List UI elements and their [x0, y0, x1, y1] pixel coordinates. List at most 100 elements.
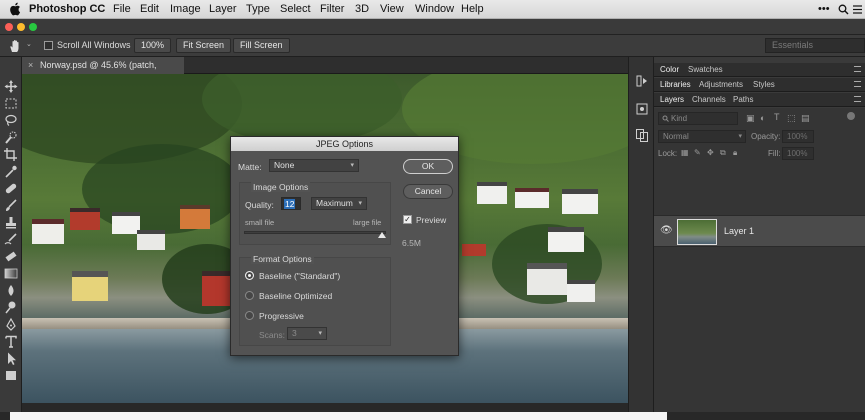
tree-cluster [82, 144, 242, 234]
pen-tool-icon[interactable] [3, 317, 19, 332]
menu-layer[interactable]: Layer [209, 3, 237, 15]
ok-button[interactable]: OK [403, 159, 453, 174]
tab-channels[interactable]: Channels [692, 95, 726, 104]
layers-panel-tabs: Layers Channels Paths [654, 93, 865, 107]
menu-type[interactable]: Type [246, 3, 270, 15]
fill-input[interactable]: 100% [782, 147, 814, 160]
filter-adjustment-icon[interactable]: ◐ [760, 113, 765, 123]
fill-screen-button[interactable]: Fill Screen [233, 38, 290, 53]
app-name-menu[interactable]: Photoshop CC [29, 3, 105, 15]
filter-toggle-icon[interactable] [847, 112, 855, 120]
lasso-tool-icon[interactable] [3, 113, 19, 128]
menu-select[interactable]: Select [280, 3, 311, 15]
image-options-title: Image Options [251, 182, 311, 192]
zoom-window-button[interactable] [29, 23, 37, 31]
small-file-label: small file [245, 218, 275, 227]
panel-menu-icon[interactable] [854, 96, 861, 102]
blend-mode-select[interactable]: Normal ▾ [658, 130, 746, 143]
filter-pixel-icon[interactable]: ▣ [746, 113, 755, 124]
notification-center-icon[interactable] [852, 4, 863, 15]
eyedropper-tool-icon[interactable] [3, 164, 19, 179]
tab-libraries[interactable]: Libraries [660, 80, 691, 89]
menu-view[interactable]: View [380, 3, 404, 15]
tab-paths[interactable]: Paths [733, 95, 753, 104]
scroll-all-windows-checkbox[interactable] [44, 41, 53, 50]
quality-slider-track[interactable] [244, 231, 386, 234]
scans-select[interactable]: 3 ▾ [287, 327, 327, 340]
move-tool-icon[interactable] [3, 79, 19, 94]
lock-pixels-icon[interactable]: ✎ [694, 148, 701, 157]
blur-tool-icon[interactable] [3, 283, 19, 298]
tool-preset-chevron-icon[interactable]: ⌄ [26, 40, 32, 48]
apple-icon[interactable] [9, 2, 21, 16]
eye-icon[interactable]: 👁︎ [660, 225, 673, 236]
tab-swatches[interactable]: Swatches [688, 65, 723, 74]
spotlight-search-icon[interactable] [838, 4, 849, 15]
layer-row[interactable]: 👁︎ Layer 1 [654, 215, 865, 247]
house [462, 244, 486, 256]
clone-stamp-tool-icon[interactable] [3, 215, 19, 230]
eraser-tool-icon[interactable] [3, 249, 19, 264]
panel-menu-icon[interactable] [854, 66, 861, 72]
quality-input[interactable]: 12 [281, 197, 301, 210]
workspace-switcher[interactable]: Essentials [765, 38, 865, 53]
lock-position-icon[interactable]: ✥ [707, 148, 714, 157]
history-panel-icon[interactable] [635, 74, 649, 88]
crop-tool-icon[interactable] [3, 147, 19, 162]
close-document-icon[interactable]: × [28, 57, 33, 74]
baseline-standard-radio[interactable] [245, 271, 254, 280]
menu-edit[interactable]: Edit [140, 3, 159, 15]
matte-select[interactable]: None ▾ [269, 159, 359, 172]
baseline-optimized-label: Baseline Optimized [259, 291, 333, 301]
quality-slider-thumb[interactable] [378, 232, 386, 238]
house [180, 209, 210, 229]
rectangle-tool-icon[interactable] [3, 368, 19, 383]
document-tab[interactable]: × Norway.psd @ 45.6% (patch, RGB/8) [22, 57, 184, 87]
panel-menu-icon[interactable] [854, 81, 861, 87]
lock-transparent-icon[interactable]: ▦ [681, 148, 689, 157]
quick-selection-tool-icon[interactable] [3, 130, 19, 145]
tab-adjustments[interactable]: Adjustments [699, 80, 743, 89]
dodge-tool-icon[interactable] [3, 300, 19, 315]
cancel-button[interactable]: Cancel [403, 184, 453, 199]
house [202, 276, 232, 306]
healing-brush-tool-icon[interactable] [3, 181, 19, 196]
filter-smart-object-icon[interactable]: ▤ [801, 113, 810, 124]
opacity-input[interactable]: 100% [782, 130, 814, 143]
menu-window[interactable]: Window [415, 3, 454, 15]
layer-filter-kind-select[interactable]: Kind [658, 112, 738, 125]
more-icon[interactable]: ••• [818, 3, 830, 15]
menu-filter[interactable]: Filter [320, 3, 344, 15]
menu-help[interactable]: Help [461, 3, 484, 15]
chevron-down-icon: ▾ [738, 133, 742, 140]
quality-preset-select[interactable]: Maximum ▾ [311, 197, 367, 210]
tab-color[interactable]: Color [660, 65, 679, 74]
menu-3d[interactable]: 3D [355, 3, 369, 15]
filter-shape-icon[interactable]: ⬚ [787, 113, 796, 124]
minimize-window-button[interactable] [17, 23, 25, 31]
menu-file[interactable]: File [113, 3, 131, 15]
lock-all-icon[interactable]: 🔒︎ [733, 148, 737, 158]
marquee-tool-icon[interactable] [3, 96, 19, 111]
baseline-optimized-radio[interactable] [245, 291, 254, 300]
brush-tool-icon[interactable] [3, 198, 19, 213]
fit-screen-button[interactable]: Fit Screen [176, 38, 232, 53]
hand-tool-icon[interactable] [8, 39, 22, 53]
path-selection-tool-icon[interactable] [3, 351, 19, 366]
preview-checkbox[interactable]: ✓ [403, 215, 412, 224]
type-tool-icon[interactable] [3, 334, 19, 349]
properties-panel-icon[interactable] [635, 102, 649, 116]
history-brush-tool-icon[interactable] [3, 232, 19, 247]
progressive-radio[interactable] [245, 311, 254, 320]
lock-artboard-icon[interactable]: ⧉ [720, 148, 726, 158]
kind-filter-value: Kind [671, 114, 688, 123]
gradient-tool-icon[interactable] [3, 266, 19, 281]
close-window-button[interactable] [5, 23, 13, 31]
filter-type-icon[interactable]: T [774, 112, 780, 122]
zoom-100-button[interactable]: 100% [134, 38, 172, 53]
tab-styles[interactable]: Styles [753, 80, 775, 89]
character-panel-icon[interactable] [635, 128, 649, 142]
menu-image[interactable]: Image [170, 3, 201, 15]
fill-value: 100% [787, 149, 808, 158]
tab-layers[interactable]: Layers [660, 95, 684, 104]
